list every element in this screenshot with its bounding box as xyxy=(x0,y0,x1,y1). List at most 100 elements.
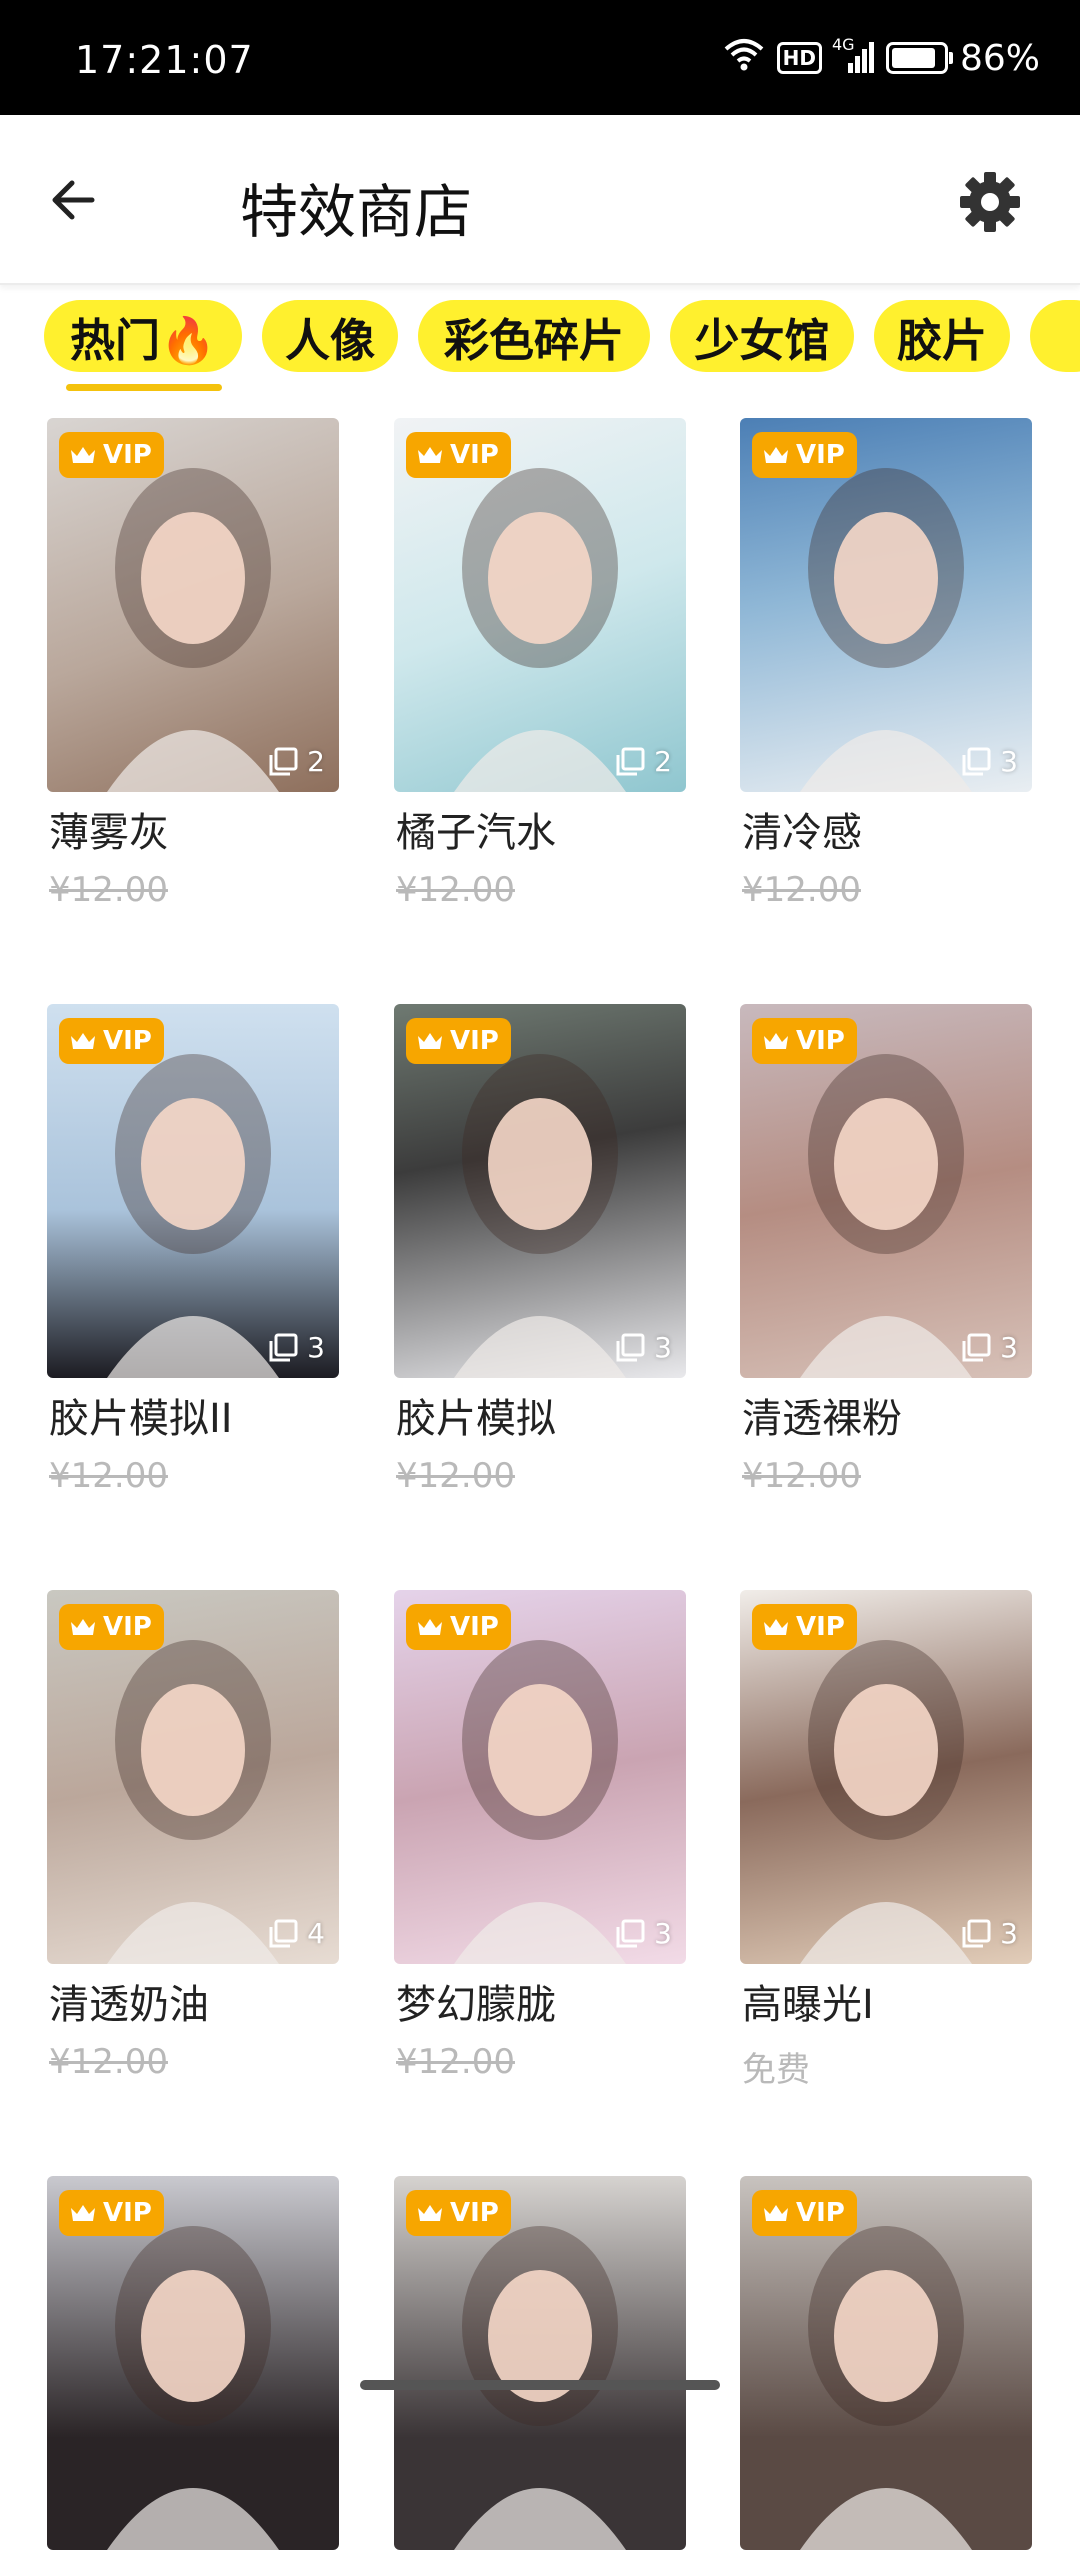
image-count: 2 xyxy=(267,745,325,778)
product-thumbnail[interactable]: VIP 3 xyxy=(740,1004,1032,1378)
stack-icon xyxy=(962,1333,991,1361)
image-count-value: 3 xyxy=(654,1331,672,1364)
image-count: 3 xyxy=(960,1331,1018,1364)
gear-icon xyxy=(960,172,1020,232)
tab-hot[interactable]: 热门🔥 xyxy=(44,300,242,372)
image-count: 3 xyxy=(614,1917,672,1950)
vip-badge: VIP xyxy=(752,1604,857,1650)
product-name: 橘子汽水 xyxy=(396,810,556,856)
vip-badge: VIP xyxy=(59,2190,164,2236)
vip-label: VIP xyxy=(103,2198,152,2228)
crown-icon xyxy=(418,1033,442,1049)
product-thumbnail[interactable]: VIP 3 xyxy=(740,1590,1032,1964)
status-bar: 17:21:07 HD 4G 86% xyxy=(0,0,1080,115)
tab-film[interactable]: 胶片 xyxy=(874,300,1010,372)
product-thumbnail[interactable]: VIP 3 xyxy=(394,1590,686,1964)
product-name: 胶片模拟II xyxy=(49,1396,233,1442)
product-thumbnail[interactable]: VIP 3 xyxy=(740,418,1032,792)
product-thumbnail[interactable]: VIP 3 xyxy=(47,1004,339,1378)
vip-badge: VIP xyxy=(752,432,857,478)
product-thumbnail[interactable]: VIP xyxy=(740,2176,1032,2550)
product-thumbnail[interactable]: VIP xyxy=(394,2176,686,2550)
product-thumbnail[interactable]: VIP xyxy=(47,2176,339,2550)
vip-label: VIP xyxy=(103,440,152,470)
vip-badge: VIP xyxy=(406,1018,511,1064)
image-count: 4 xyxy=(267,1917,325,1950)
product-price: ¥12.00 xyxy=(49,1456,168,1496)
image-count-value: 3 xyxy=(1000,745,1018,778)
crown-icon xyxy=(764,1033,788,1049)
product-thumbnail[interactable]: VIP 3 xyxy=(394,1004,686,1378)
vip-badge: VIP xyxy=(406,2190,511,2236)
image-count: 3 xyxy=(614,1331,672,1364)
battery-icon xyxy=(885,42,953,74)
crown-icon xyxy=(71,447,95,463)
product-price: ¥12.00 xyxy=(49,2042,168,2082)
image-count: 2 xyxy=(614,745,672,778)
product-name: 清透奶油 xyxy=(49,1982,209,2028)
status-time: 17:21:07 xyxy=(75,38,254,82)
image-count: 3 xyxy=(267,1331,325,1364)
product-price: ¥12.00 xyxy=(49,870,168,910)
stack-icon xyxy=(269,747,298,775)
crown-icon xyxy=(764,2205,788,2221)
crown-icon xyxy=(418,2205,442,2221)
image-count: 3 xyxy=(960,745,1018,778)
back-button[interactable] xyxy=(40,165,110,235)
crown-icon xyxy=(71,2205,95,2221)
image-count-value: 2 xyxy=(654,745,672,778)
product-price: ¥12.00 xyxy=(396,2042,515,2082)
vip-label: VIP xyxy=(796,440,845,470)
vip-label: VIP xyxy=(450,440,499,470)
vip-badge: VIP xyxy=(59,1604,164,1650)
image-count-value: 3 xyxy=(1000,1917,1018,1950)
stack-icon xyxy=(269,1333,298,1361)
crown-icon xyxy=(71,1033,95,1049)
crown-icon xyxy=(764,1619,788,1635)
crown-icon xyxy=(418,447,442,463)
stack-icon xyxy=(616,1919,645,1947)
image-count-value: 2 xyxy=(307,745,325,778)
stack-icon xyxy=(962,747,991,775)
vip-label: VIP xyxy=(450,2198,499,2228)
image-count-value: 3 xyxy=(307,1331,325,1364)
product-price: 免费 xyxy=(742,2050,810,2090)
signal-icon: 4G xyxy=(832,35,874,75)
image-count: 3 xyxy=(960,1917,1018,1950)
vip-label: VIP xyxy=(103,1026,152,1056)
vip-badge: VIP xyxy=(752,1018,857,1064)
tab-next-partial[interactable] xyxy=(1030,300,1080,372)
product-name: 清透裸粉 xyxy=(742,1396,902,1442)
vip-badge: VIP xyxy=(59,1018,164,1064)
settings-button[interactable] xyxy=(955,167,1025,237)
vip-label: VIP xyxy=(796,1612,845,1642)
wifi-icon xyxy=(723,37,765,80)
vip-label: VIP xyxy=(103,1612,152,1642)
stack-icon xyxy=(616,747,645,775)
hd-badge: HD xyxy=(776,42,822,74)
product-thumbnail[interactable]: VIP 2 xyxy=(47,418,339,792)
tab-portrait[interactable]: 人像 xyxy=(262,300,398,372)
app-header: 特效商店 xyxy=(0,115,1080,285)
vip-badge: VIP xyxy=(752,2190,857,2236)
category-tabs: 热门🔥 人像 彩色碎片 少女馆 胶片 xyxy=(0,300,1080,400)
vip-label: VIP xyxy=(796,1026,845,1056)
product-price: ¥12.00 xyxy=(742,1456,861,1496)
product-price: ¥12.00 xyxy=(396,870,515,910)
active-tab-indicator xyxy=(66,384,222,391)
product-thumbnail[interactable]: VIP 4 xyxy=(47,1590,339,1964)
tab-girl-hall[interactable]: 少女馆 xyxy=(670,300,854,372)
product-price: ¥12.00 xyxy=(742,870,861,910)
crown-icon xyxy=(418,1619,442,1635)
product-price: ¥12.00 xyxy=(396,1456,515,1496)
tab-color-fragments[interactable]: 彩色碎片 xyxy=(418,300,650,372)
home-indicator[interactable] xyxy=(360,2380,720,2390)
product-thumbnail[interactable]: VIP 2 xyxy=(394,418,686,792)
product-name: 清冷感 xyxy=(742,810,862,856)
vip-label: VIP xyxy=(450,1026,499,1056)
vip-badge: VIP xyxy=(406,1604,511,1650)
product-name: 梦幻朦胧 xyxy=(396,1982,556,2028)
product-name: 胶片模拟 xyxy=(396,1396,556,1442)
image-count-value: 3 xyxy=(654,1917,672,1950)
vip-badge: VIP xyxy=(406,432,511,478)
